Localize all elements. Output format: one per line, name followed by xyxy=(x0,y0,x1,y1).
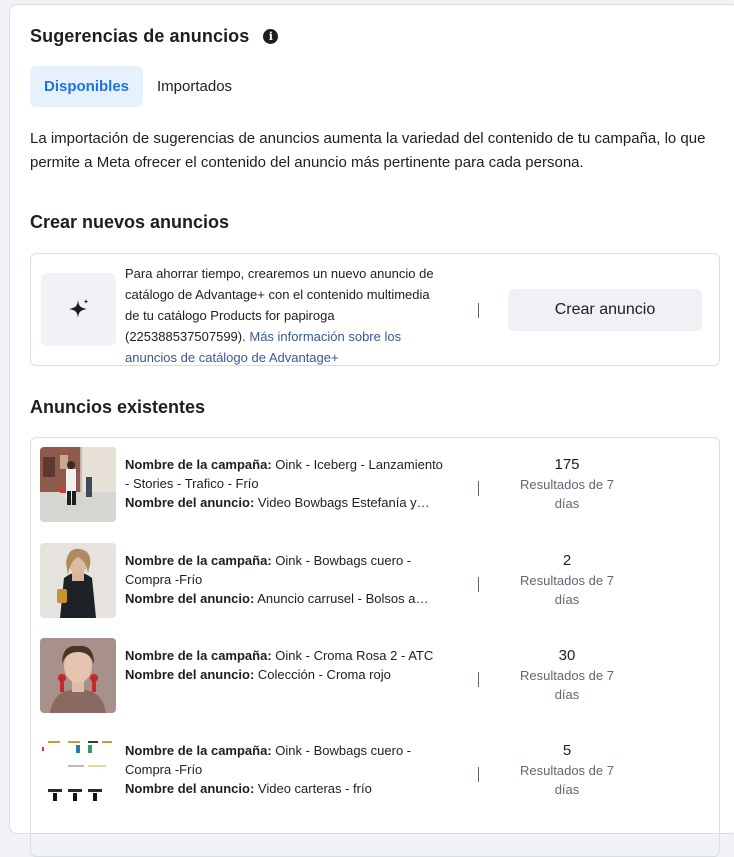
results-label: Resultados de 7 días xyxy=(520,763,614,797)
description-text: La importación de sugerencias de anuncio… xyxy=(30,130,706,171)
vertical-divider xyxy=(478,577,479,592)
panel-header: Sugerencias de anuncios i xyxy=(30,26,279,47)
ad-details: Nombre de la campaña: Oink - Iceberg - L… xyxy=(125,455,445,512)
ad-name: Video Bowbags Estefanía y… xyxy=(257,495,430,510)
tab-importados[interactable]: Importados xyxy=(147,66,242,107)
ad-results: 5 Resultados de 7 días xyxy=(507,741,627,799)
vertical-divider xyxy=(478,303,479,318)
ad-row[interactable]: Nombre de la campaña: Oink - Croma Rosa … xyxy=(31,638,721,728)
campaign-label: Nombre de la campaña: xyxy=(125,648,272,663)
vertical-divider xyxy=(478,481,479,496)
results-label: Resultados de 7 días xyxy=(520,668,614,702)
create-ad-card: Para ahorrar tiempo, crearemos un nuevo … xyxy=(30,253,720,366)
ad-results: 2 Resultados de 7 días xyxy=(507,551,627,609)
results-count: 175 xyxy=(554,456,580,473)
create-section-title: Crear nuevos anuncios xyxy=(30,212,230,232)
ad-label: Nombre del anuncio: xyxy=(125,781,255,796)
ad-row[interactable]: Nombre de la campaña: Oink - Bowbags cue… xyxy=(31,733,721,823)
ad-suggestions-panel: Sugerencias de anuncios i Disponibles Im… xyxy=(9,4,734,857)
campaign-name: Oink - Croma Rosa 2 - ATC xyxy=(275,648,434,663)
create-ad-description: Para ahorrar tiempo, crearemos un nuevo … xyxy=(125,263,443,368)
sparkle-icon xyxy=(68,298,88,318)
ad-details: Nombre de la campaña: Oink - Bowbags cue… xyxy=(125,741,445,798)
ad-results: 30 Resultados de 7 días xyxy=(507,646,627,704)
campaign-label: Nombre de la campaña: xyxy=(125,457,272,472)
results-count: 30 xyxy=(558,647,576,664)
info-icon[interactable]: i xyxy=(263,29,279,44)
existing-ads-list: Nombre de la campaña: Oink - Iceberg - L… xyxy=(30,437,720,857)
campaign-label: Nombre de la campaña: xyxy=(125,743,272,758)
ad-thumbnail xyxy=(40,447,116,522)
ad-row[interactable]: Nombre de la campaña: Oink - Iceberg - L… xyxy=(31,447,721,537)
tab-disponibles[interactable]: Disponibles xyxy=(30,66,144,107)
results-label: Resultados de 7 días xyxy=(520,477,614,511)
ad-thumbnail xyxy=(40,733,116,808)
existing-section-title: Anuncios existentes xyxy=(30,397,206,417)
ad-name: Colección - Croma rojo xyxy=(257,667,391,682)
ad-row[interactable]: Nombre de la campaña: Oink - Bowbags cue… xyxy=(31,543,721,633)
vertical-divider xyxy=(478,672,479,687)
ad-name: Anuncio carrusel - Bolsos a… xyxy=(257,591,429,606)
campaign-label: Nombre de la campaña: xyxy=(125,553,272,568)
ad-thumbnail xyxy=(40,638,116,713)
ad-details: Nombre de la campaña: Oink - Bowbags cue… xyxy=(125,551,445,608)
create-ad-button[interactable]: Crear anuncio xyxy=(508,289,702,331)
ad-label: Nombre del anuncio: xyxy=(125,591,255,606)
tab-bar: Disponibles Importados xyxy=(30,66,242,107)
results-label: Resultados de 7 días xyxy=(520,573,614,607)
ad-thumbnail xyxy=(40,543,116,618)
results-count: 2 xyxy=(562,552,572,569)
vertical-divider xyxy=(478,767,479,782)
sparkle-icon-box xyxy=(41,273,116,346)
ad-results: 175 Resultados de 7 días xyxy=(507,455,627,513)
ad-details: Nombre de la campaña: Oink - Croma Rosa … xyxy=(125,646,445,684)
results-count: 5 xyxy=(562,742,572,759)
ad-label: Nombre del anuncio: xyxy=(125,495,255,510)
ad-name: Video carteras - frío xyxy=(257,781,372,796)
ad-label: Nombre del anuncio: xyxy=(125,667,255,682)
panel-title: Sugerencias de anuncios xyxy=(30,26,250,46)
